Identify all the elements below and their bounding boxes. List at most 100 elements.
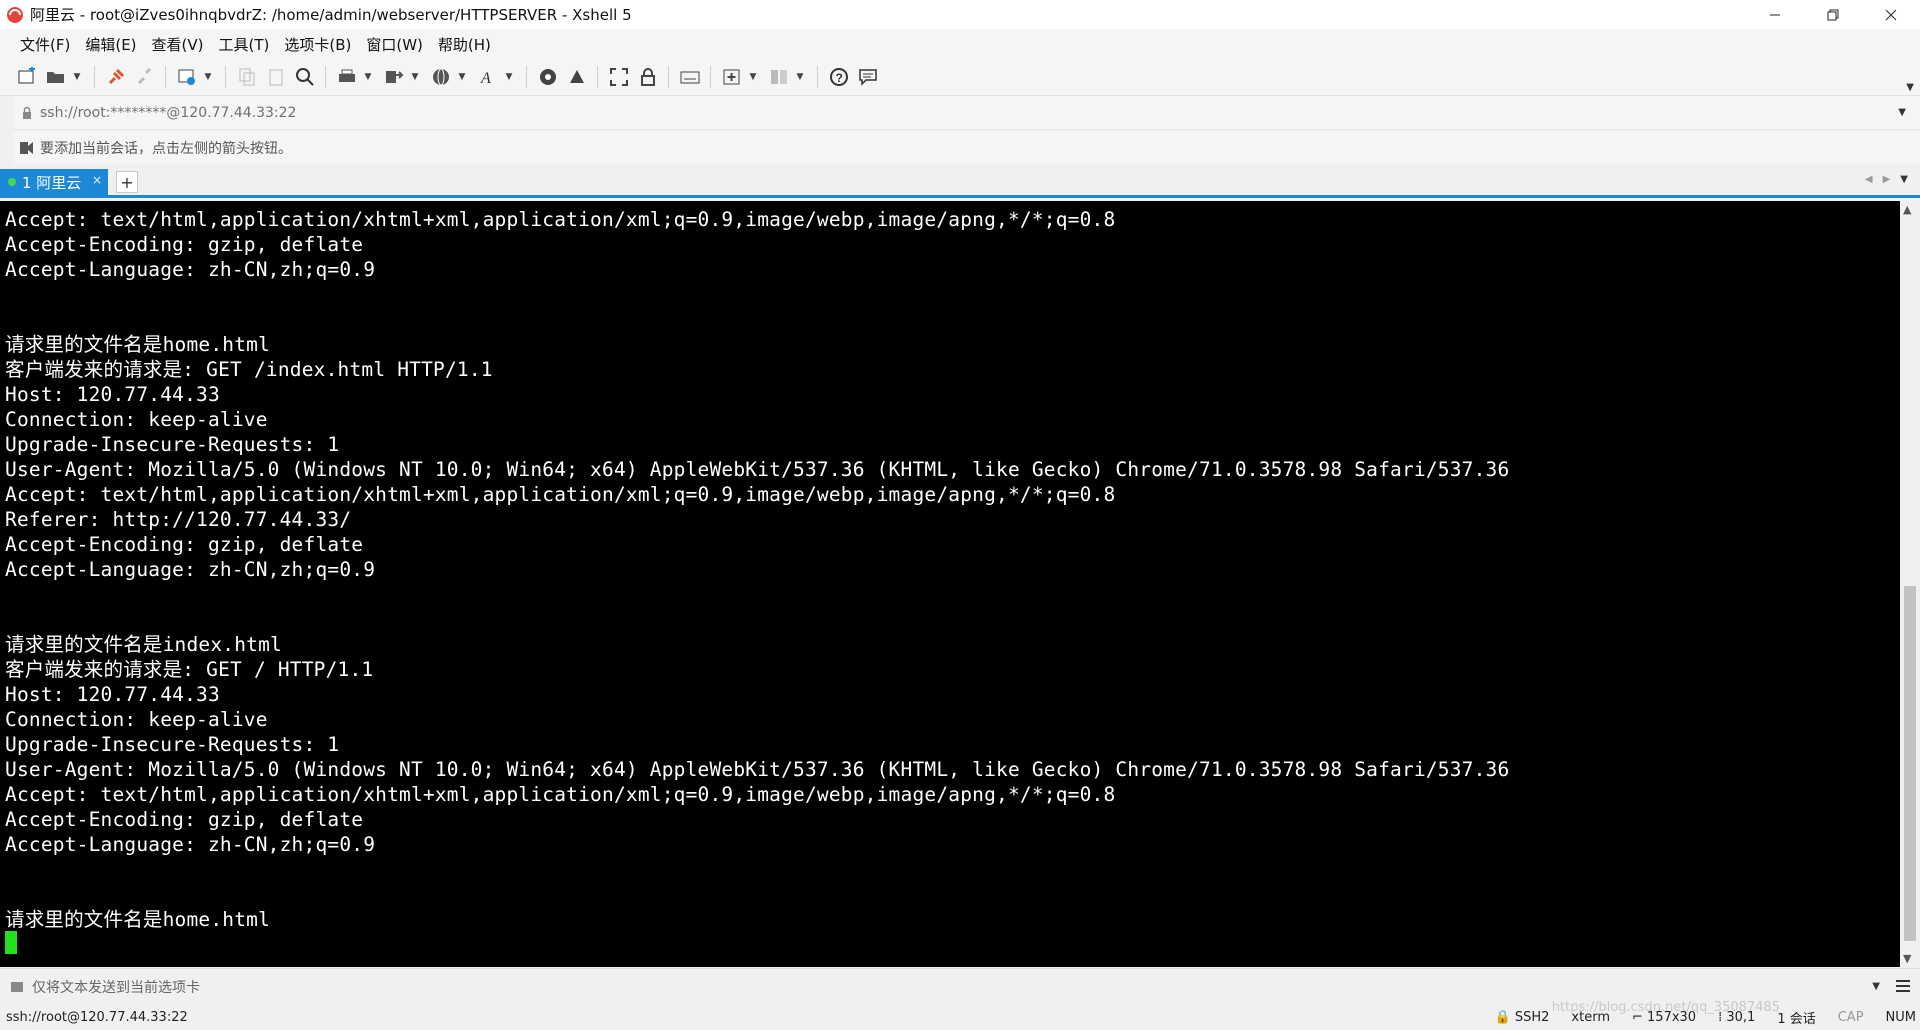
paste-icon	[269, 69, 283, 86]
fullscreen-icon	[610, 68, 628, 86]
print-dropdown[interactable]: ▼	[363, 64, 373, 90]
links-bar: 要添加当前会话，点击左侧的箭头按钮。	[14, 131, 1920, 164]
arrow-icon[interactable]	[18, 140, 34, 156]
settings-icon	[178, 69, 195, 85]
keyboard-button[interactable]	[677, 64, 703, 90]
new-tab-group-dropdown[interactable]: ▼	[748, 64, 758, 90]
terminal-line: Accept: text/html,application/xhtml+xml,…	[5, 208, 1116, 231]
layout-button[interactable]	[766, 64, 792, 90]
scroll-up-icon[interactable]: ▲	[1903, 203, 1911, 216]
font-dropdown[interactable]: ▼	[504, 64, 514, 90]
toolbar-overflow-icon[interactable]: ▼	[1906, 82, 1914, 93]
menu-edit[interactable]: 编辑(E)	[85, 32, 136, 57]
layout-dropdown[interactable]: ▼	[795, 64, 805, 90]
terminal-line: Upgrade-Insecure-Requests: 1	[5, 433, 340, 456]
address-input[interactable]: ssh://root:********@120.77.44.33:22	[40, 105, 296, 121]
tab-label: 1 阿里云	[22, 173, 82, 192]
address-bar: ssh://root:********@120.77.44.33:22 ▼	[14, 96, 1920, 130]
open-dropdown[interactable]: ▼	[72, 64, 82, 90]
tab-navigation: ◀ ▶ ▼	[1865, 174, 1908, 185]
font-button[interactable]: A	[475, 64, 501, 90]
status-protocol: 🔒 SSH2	[1494, 1009, 1550, 1025]
status-cap: CAP	[1837, 1009, 1864, 1025]
lock-button[interactable]	[635, 64, 661, 90]
terminal-line: 请求里的文件名是index.html	[5, 633, 282, 656]
xftp-button[interactable]	[535, 64, 561, 90]
transfer-dropdown[interactable]: ▼	[410, 64, 420, 90]
new-session-button[interactable]	[14, 64, 40, 90]
toolbar-separator	[710, 66, 711, 88]
minimize-button[interactable]	[1746, 0, 1804, 29]
terminal-area[interactable]: Accept: text/html,application/xhtml+xml,…	[0, 201, 1900, 967]
toolbar-separator	[668, 66, 669, 88]
paste-button[interactable]	[263, 64, 289, 90]
menu-help[interactable]: 帮助(H)	[438, 32, 491, 57]
terminal-line: 请求里的文件名是home.html	[5, 333, 271, 356]
minimize-icon	[1770, 14, 1780, 15]
disconnect-button[interactable]	[132, 64, 158, 90]
unplug-icon	[137, 67, 152, 85]
encoding-button[interactable]	[428, 64, 454, 90]
terminal-output: Accept: text/html,application/xhtml+xml,…	[0, 201, 1900, 957]
status-sessions: 1 会话	[1777, 1011, 1816, 1027]
tab-list-icon[interactable]: ▼	[1900, 174, 1908, 185]
find-button[interactable]	[292, 64, 318, 90]
scrollbar-thumb[interactable]	[1904, 586, 1916, 941]
xftp-icon	[540, 69, 556, 85]
new-tab-button[interactable]: +	[116, 171, 138, 193]
status-num: NUM	[1885, 1009, 1916, 1025]
new-session-icon	[18, 67, 35, 84]
search-icon	[296, 68, 314, 86]
terminal-line: Referer: http://120.77.44.33/	[5, 508, 352, 531]
status-connection: ssh://root@120.77.44.33:22	[6, 1009, 188, 1025]
scroll-down-icon[interactable]: ▼	[1903, 952, 1911, 965]
encoding-dropdown[interactable]: ▼	[457, 64, 467, 90]
tab-aliyun[interactable]: 1 阿里云 ×	[0, 169, 108, 195]
terminal-line: 客户端发来的请求是: GET / HTTP/1.1	[5, 658, 374, 681]
tab-next-icon[interactable]: ▶	[1883, 174, 1891, 185]
restore-icon	[1827, 9, 1839, 20]
restore-button[interactable]	[1804, 0, 1862, 29]
menu-tools[interactable]: 工具(T)	[219, 32, 270, 57]
reconnect-button[interactable]	[103, 64, 129, 90]
font-icon: A	[480, 70, 491, 87]
menu-icon[interactable]	[1894, 978, 1912, 994]
toolbar: ▼ ▼ ▼ ▼ ▼ A ▼ ▼ ▼ ? ▼	[0, 59, 1920, 96]
terminal-line: Accept: text/html,application/xhtml+xml,…	[5, 783, 1116, 806]
properties-button[interactable]	[174, 64, 200, 90]
terminal-scrollbar[interactable]: ▲ ▼	[1900, 201, 1920, 967]
plug-icon	[108, 68, 125, 85]
open-button[interactable]	[43, 64, 69, 90]
compose-input[interactable]: 仅将文本发送到当前选项卡	[32, 977, 200, 997]
lock-icon	[641, 68, 655, 86]
compose-dropdown-icon[interactable]: ▼	[1872, 981, 1880, 992]
toolbar-separator	[526, 66, 527, 88]
new-tab-group-button[interactable]	[719, 64, 745, 90]
terminal-line: Accept-Language: zh-CN,zh;q=0.9	[5, 558, 376, 581]
close-button[interactable]	[1862, 0, 1920, 29]
properties-dropdown[interactable]: ▼	[203, 64, 213, 90]
menu-view[interactable]: 查看(V)	[152, 32, 204, 57]
fullscreen-button[interactable]	[606, 64, 632, 90]
transfer-button[interactable]	[381, 64, 407, 90]
tab-prev-icon[interactable]: ◀	[1865, 174, 1873, 185]
copy-button[interactable]	[234, 64, 260, 90]
address-dropdown-icon[interactable]: ▼	[1898, 107, 1906, 118]
print-button[interactable]	[334, 64, 360, 90]
help-button[interactable]: ?	[826, 64, 852, 90]
terminal-line: User-Agent: Mozilla/5.0 (Windows NT 10.0…	[5, 458, 1510, 481]
xshell-icon	[7, 6, 23, 23]
toolbar-separator	[225, 66, 226, 88]
terminal-line: Connection: keep-alive	[5, 408, 268, 431]
menu-tab[interactable]: 选项卡(B)	[284, 32, 351, 57]
menu-bar: 文件(F) 编辑(E) 查看(V) 工具(T) 选项卡(B) 窗口(W) 帮助(…	[0, 29, 1920, 59]
menu-window[interactable]: 窗口(W)	[366, 32, 423, 57]
tab-close-icon[interactable]: ×	[92, 173, 102, 187]
xmanager-button[interactable]	[564, 64, 590, 90]
terminal-line: Upgrade-Insecure-Requests: 1	[5, 733, 340, 756]
menu-file[interactable]: 文件(F)	[20, 32, 70, 57]
chat-button[interactable]	[855, 64, 881, 90]
